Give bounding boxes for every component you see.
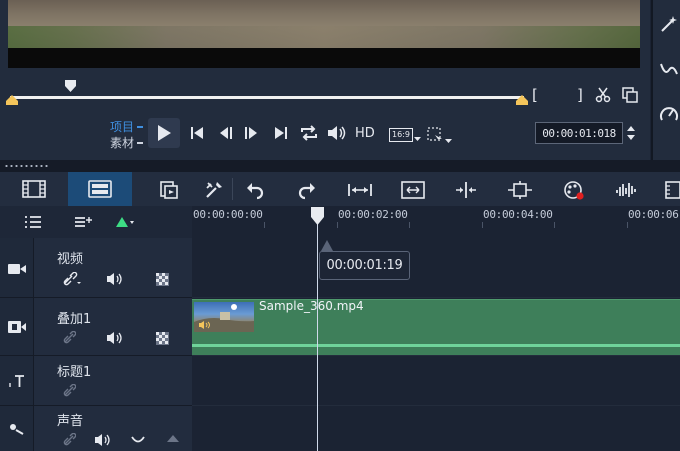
ruler-tick-label: 00:00:02:00 xyxy=(338,208,408,221)
ruler-tick xyxy=(409,222,410,228)
home-icon[interactable] xyxy=(190,125,204,141)
trim-out-marker[interactable] xyxy=(516,95,528,105)
trim-in-marker[interactable] xyxy=(6,95,18,105)
ruler-tick-label: 00:00:00:00 xyxy=(193,208,263,221)
aspect-ratio-button[interactable]: 16:9 xyxy=(389,128,413,142)
track-name-voice: 声音 xyxy=(57,414,84,429)
track-header-overlay[interactable] xyxy=(0,298,192,356)
audio-ducking-icon[interactable] xyxy=(130,433,146,447)
smart-proxy-icon[interactable] xyxy=(400,179,426,201)
track-volume-icon[interactable] xyxy=(106,271,124,287)
video-letterbox xyxy=(8,48,640,68)
overlay-track-icon xyxy=(7,320,27,334)
track-lane-title[interactable] xyxy=(192,356,680,406)
add-track-icon[interactable] xyxy=(72,214,94,230)
redo-icon[interactable] xyxy=(296,179,318,201)
record-capture-icon[interactable] xyxy=(158,179,180,201)
paint-icon[interactable] xyxy=(562,179,586,201)
ruler-tick-label: 00:00:06 xyxy=(628,208,679,221)
volume-icon[interactable] xyxy=(327,124,347,142)
ruler-tick xyxy=(554,222,555,228)
storyboard-view-button[interactable] xyxy=(0,172,68,206)
track-header-title[interactable] xyxy=(0,356,192,406)
magic-wand-icon[interactable] xyxy=(659,14,679,34)
previous-frame-icon[interactable] xyxy=(218,125,234,141)
timeline-playhead-line[interactable] xyxy=(317,224,318,451)
track-lane-video[interactable] xyxy=(192,238,680,298)
track-name-title: 标题1 xyxy=(57,365,92,380)
play-button[interactable] xyxy=(148,118,180,148)
repeat-icon[interactable] xyxy=(299,124,319,142)
tooltip-arrow xyxy=(321,240,333,251)
link-icon[interactable] xyxy=(62,271,82,287)
end-icon[interactable] xyxy=(273,125,289,141)
chevron-down-icon[interactable] xyxy=(444,138,452,144)
track-lane-voice[interactable] xyxy=(192,406,680,451)
ruler-tick xyxy=(337,222,338,228)
ruler-tick xyxy=(264,222,265,228)
mode-project-indicator xyxy=(137,126,143,128)
ripple-edit-icon[interactable] xyxy=(114,214,136,230)
link-icon[interactable] xyxy=(62,433,76,447)
mark-in-button[interactable]: [ xyxy=(532,86,538,104)
mode-project[interactable]: 项目 xyxy=(110,118,134,135)
mark-out-button[interactable]: ] xyxy=(577,86,583,104)
timeline-view-button[interactable] xyxy=(68,172,132,206)
collapse-arrow-icon[interactable] xyxy=(164,432,182,444)
track-volume-icon[interactable] xyxy=(94,433,112,447)
checkerboard-icon[interactable] xyxy=(154,330,170,346)
clip-audio-icon xyxy=(198,320,212,330)
ruler-tick-label: 00:00:04:00 xyxy=(483,208,553,221)
title-text-icon xyxy=(7,373,27,389)
link-icon[interactable] xyxy=(62,384,76,398)
toolbar-separator xyxy=(232,178,233,200)
timeline-playhead[interactable] xyxy=(311,207,324,225)
timeline-ruler[interactable] xyxy=(192,206,680,238)
next-frame-icon[interactable] xyxy=(243,125,259,141)
video-camera-icon xyxy=(7,262,27,276)
fit-timeline-icon[interactable] xyxy=(347,179,373,201)
track-name-video: 视频 xyxy=(57,252,84,267)
track-name-overlay: 叠加1 xyxy=(57,312,92,327)
clip-audio-level[interactable] xyxy=(192,344,680,347)
preview-playhead[interactable] xyxy=(65,80,76,92)
motion-path-icon[interactable] xyxy=(659,60,679,80)
microphone-icon xyxy=(7,422,27,436)
speed-gauge-icon[interactable] xyxy=(659,104,679,124)
hd-toggle[interactable]: HD xyxy=(355,126,375,141)
tools-icon[interactable] xyxy=(203,179,225,201)
mode-clip-indicator xyxy=(137,142,143,144)
ruler-tick xyxy=(627,222,628,228)
audio-mixer-icon[interactable] xyxy=(614,179,638,201)
track-volume-icon[interactable] xyxy=(106,331,124,345)
playhead-time-tooltip: 00:00:01:19 xyxy=(319,251,410,280)
track-header-video[interactable] xyxy=(0,238,192,298)
chevron-down-icon[interactable] xyxy=(413,136,421,142)
split-icon[interactable] xyxy=(453,179,479,201)
preview-scrub-bar[interactable] xyxy=(10,96,524,99)
copy-frame-icon[interactable] xyxy=(621,86,639,104)
undo-icon[interactable] xyxy=(244,179,266,201)
link-icon[interactable] xyxy=(62,331,76,345)
track-manager-icon[interactable] xyxy=(506,179,534,201)
ruler-tick xyxy=(482,222,483,228)
crop-selection-icon[interactable] xyxy=(426,127,444,143)
checkerboard-icon[interactable] xyxy=(154,271,170,287)
scissors-icon[interactable] xyxy=(594,86,612,104)
video-preview xyxy=(8,0,640,48)
clip-name: Sample_360.mp4 xyxy=(259,299,364,313)
mode-clip[interactable]: 素材 xyxy=(110,134,134,151)
panel-divider[interactable] xyxy=(0,160,680,172)
filmstrip-icon[interactable] xyxy=(664,179,680,201)
track-manager-list-icon[interactable] xyxy=(22,214,44,230)
drag-handle[interactable] xyxy=(4,165,50,167)
timecode-display[interactable]: 00:00:01:018 xyxy=(535,122,623,144)
timecode-spinner[interactable] xyxy=(624,122,638,144)
